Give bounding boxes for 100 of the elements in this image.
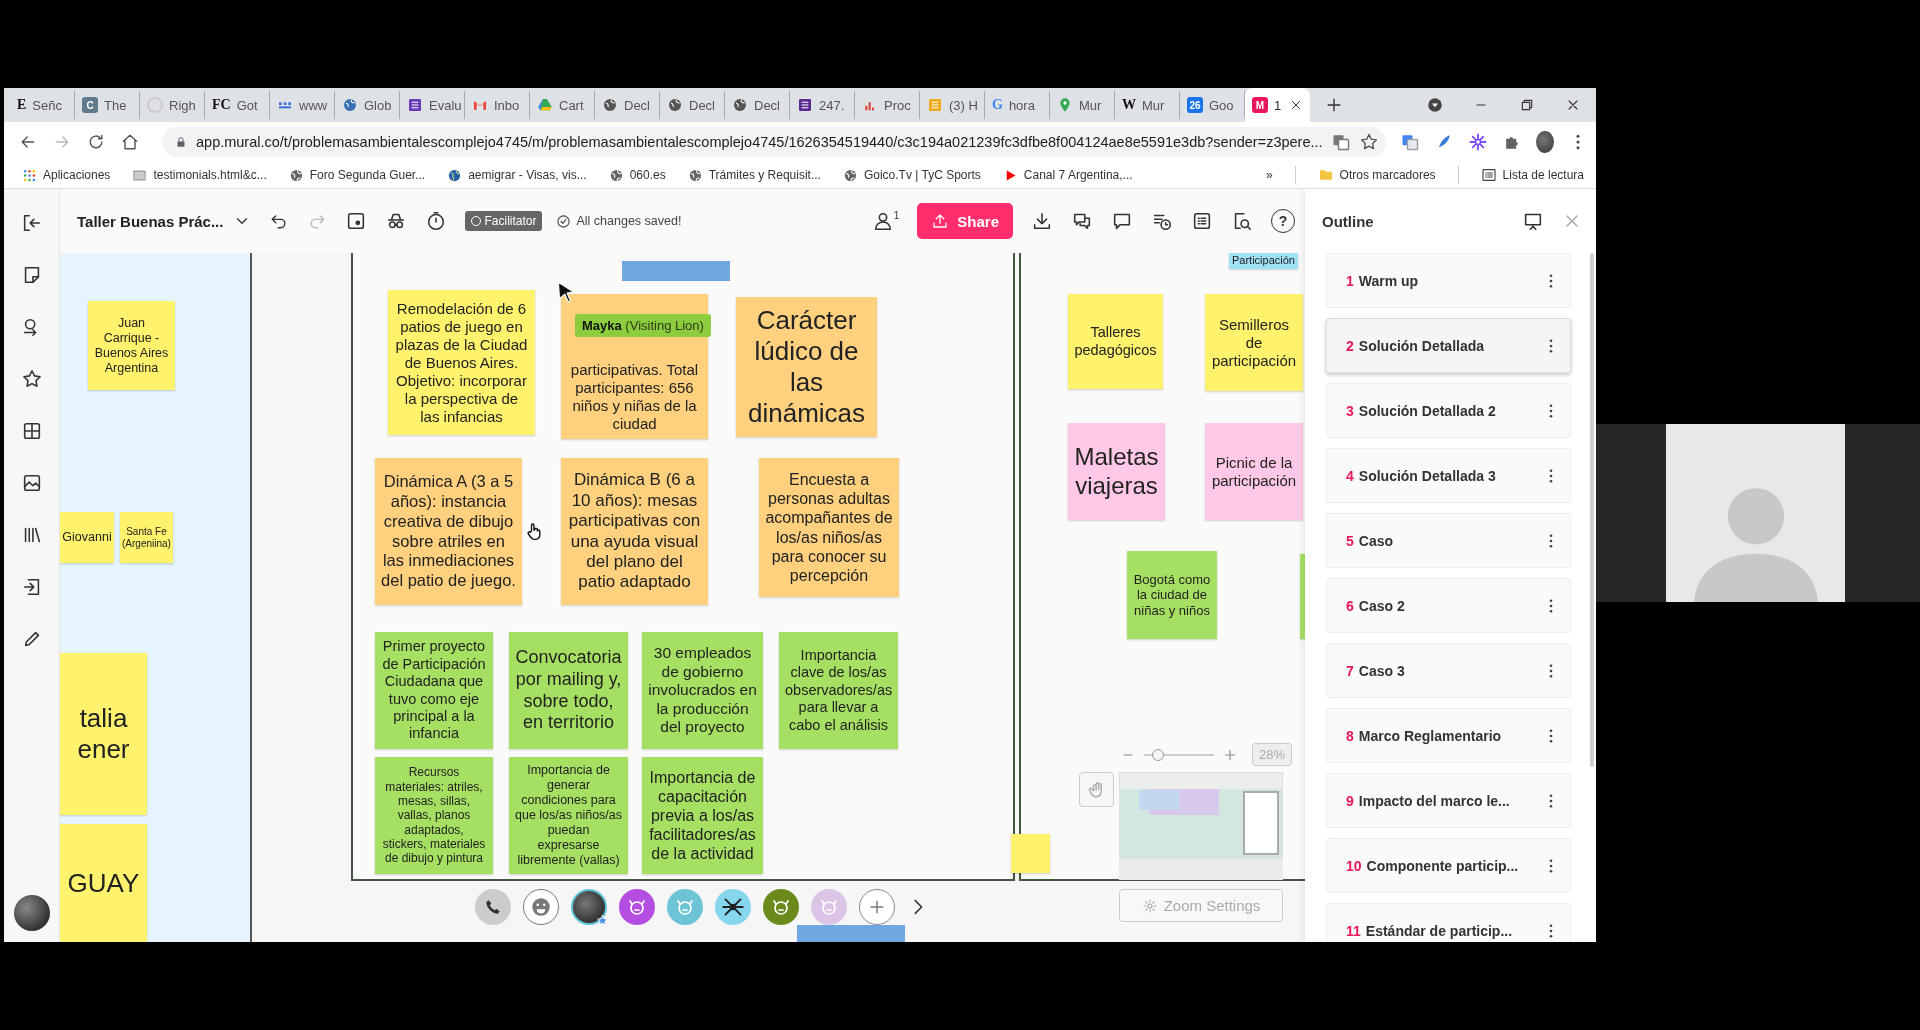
- globe-icon: [842, 167, 858, 183]
- bookmark-folder[interactable]: Otros marcadores: [1317, 167, 1436, 183]
- browser-tab[interactable]: (3) H: [920, 91, 985, 119]
- sticky-note[interactable]: Dinámica B (6 a 10 años): mesas participativas con una ayuda visual del plano del patio adaptado: [561, 458, 708, 605]
- browser-tab[interactable]: Decl: [725, 91, 790, 119]
- bookmark[interactable]: aemigrar - Visas, vis...: [447, 167, 587, 183]
- browser-tab[interactable]: C The: [75, 91, 140, 119]
- browser-tab[interactable]: Decl: [595, 91, 660, 119]
- sticky-note[interactable]: Semilleros de participación: [1205, 294, 1303, 391]
- facilitator-badge[interactable]: Facilitator: [465, 211, 543, 231]
- sticky-note[interactable]: talia ener: [60, 653, 147, 815]
- members-button[interactable]: 1: [871, 210, 900, 232]
- browser-tab[interactable]: Decl: [660, 91, 725, 119]
- browser-tab[interactable]: E Señc: [10, 91, 75, 119]
- favicon: C: [82, 97, 98, 113]
- browser-tab[interactable]: M 1: [1245, 88, 1310, 122]
- sticky-note[interactable]: Primer proyecto de Participación Ciudadana que tuvo como eje principal a la infancia: [375, 632, 493, 749]
- sticky-note[interactable]: Talleres pedagógicos: [1068, 294, 1163, 389]
- bookmark[interactable]: Goico.Tv | TyC Sports: [842, 167, 981, 183]
- sticky-note[interactable]: Importancia clave de los/as observadores/as para llevar a cabo el análisis: [779, 632, 898, 749]
- bookmark[interactable]: Aplicaciones: [22, 167, 111, 183]
- profile-menu-icon[interactable]: [1426, 96, 1444, 114]
- home-icon[interactable]: [120, 132, 140, 152]
- browser-tab[interactable]: W Mur: [1115, 91, 1180, 119]
- sticky-note[interactable]: Bogotá como la ciudad de niñas y niños: [1127, 551, 1217, 639]
- sticky-note[interactable]: Convocatoria por mailing y, sobre todo, en territorio: [509, 632, 628, 749]
- reading-list[interactable]: Lista de lectura: [1480, 167, 1584, 183]
- outline-item[interactable]: 10 Componente particip...: [1326, 838, 1571, 893]
- collaborator-avatar[interactable]: [715, 889, 751, 925]
- note-text: Importancia clave de los/as observadores/as para llevar a cabo el análisis: [785, 647, 892, 734]
- outline-item[interactable]: 8 Marco Reglamentario: [1326, 708, 1571, 763]
- browser-tab[interactable]: 247.: [790, 91, 855, 119]
- favicon: FC: [212, 97, 231, 113]
- outline-item[interactable]: 7 Caso 3: [1326, 643, 1571, 698]
- outline-icon[interactable]: [1191, 210, 1213, 232]
- panel-title: Outline: [1322, 212, 1375, 230]
- bookmark-star-icon[interactable]: [1358, 132, 1379, 152]
- sticky-note[interactable]: Recursos materiales: atriles, mesas, sillas, vallas, planos adaptados, stickers, materiales de dibujo y pintura: [375, 757, 493, 874]
- bookmark[interactable]: testimonials.html&c...: [132, 167, 267, 183]
- sticky-note[interactable]: Giovanni: [60, 512, 114, 563]
- sticky-note[interactable]: Santa Fe (Argeniina): [120, 512, 173, 563]
- sticky-note[interactable]: Importancia de capacitación previa a los/as facilitadores/as de la actividad: [642, 757, 763, 874]
- favicon: G: [992, 97, 1003, 113]
- sticky-note[interactable]: GUAY: [60, 824, 147, 942]
- sticky-note[interactable]: Importancia de generar condiciones para que los/as niños/as puedan expresarse libremente (vallas): [509, 757, 628, 874]
- sticky-note[interactable]: Carácter lúdico de las dinámicas: [736, 297, 877, 437]
- browser-tab[interactable]: Righ: [140, 91, 205, 119]
- call-button[interactable]: [475, 889, 511, 925]
- bookmark[interactable]: Trámites y Requisit...: [687, 167, 821, 183]
- download-icon[interactable]: [1031, 210, 1053, 232]
- note-text: participativas. Total participantes: 656 niños y niñas de la ciudad: [569, 361, 700, 433]
- address-bar[interactable]: app.mural.co/t/problemasambientalescomplejo4745/m/problemasambientalescomplejo4745/1626354519440/c3c194a021239fc3dfbe8f004124ae8e5591e3db?sender=z3pere...: [162, 127, 1386, 157]
- outline-item[interactable]: 4 Solución Detallada 3: [1326, 448, 1571, 503]
- outline-item[interactable]: 2 Solución Detallada: [1326, 318, 1571, 373]
- browser-tab[interactable]: Evalu: [400, 91, 465, 119]
- sticky-note[interactable]: Remodelación de 6 patios de juego en plazas de la Ciudad de Buenos Aires. Objetivo: incorporar la perspectiva de las infancias: [388, 290, 535, 435]
- bookmark[interactable]: 060.es: [608, 167, 666, 183]
- flower-icon[interactable]: [1468, 132, 1488, 152]
- sticky-note[interactable]: Juan Carrique - Buenos Aires Argentina: [88, 301, 175, 390]
- more-bookmarks[interactable]: »: [1265, 168, 1273, 182]
- sticky-note[interactable]: Dinámica A (3 a 5 años): instancia creativa de dibujo sobre atriles en las inmediaciones del patio de juego.: [375, 458, 522, 605]
- favicon: W: [1122, 97, 1136, 113]
- note-text: Semilleros de participación: [1211, 315, 1297, 370]
- outline-item[interactable]: 5 Caso: [1326, 513, 1571, 568]
- browser-tab[interactable]: Inbo: [465, 91, 530, 119]
- outline-item[interactable]: 11 Estándar de particip...: [1326, 903, 1571, 942]
- browser-tab[interactable]: Cart: [530, 91, 595, 119]
- close-icon[interactable]: [1289, 98, 1303, 112]
- sticky-note[interactable]: 30 empleados de gobierno involucrados en la producción del proyecto: [642, 632, 763, 749]
- outline-item[interactable]: 9 Impacto del marco le...: [1326, 773, 1571, 828]
- share-button[interactable]: Share: [917, 203, 1013, 239]
- browser-tab[interactable]: www: [270, 91, 335, 119]
- browser-tab[interactable]: FC Got: [205, 91, 270, 119]
- add-collaborator-button[interactable]: [859, 889, 895, 925]
- outline-item[interactable]: 3 Solución Detallada 2: [1326, 383, 1571, 438]
- collaborator-avatar[interactable]: [571, 889, 607, 925]
- translate-extension-icon[interactable]: [1400, 132, 1420, 152]
- browser-tab[interactable]: G hora: [985, 91, 1050, 119]
- bookmark[interactable]: Foro Segunda Guer...: [288, 167, 426, 183]
- sticky-note[interactable]: Picnic de la participación: [1205, 423, 1303, 520]
- user-avatar[interactable]: [13, 895, 50, 931]
- browser-tab[interactable]: Proc: [855, 91, 920, 119]
- restore-icon[interactable]: [1519, 97, 1535, 113]
- outline-item[interactable]: 6 Caso 2: [1326, 578, 1571, 633]
- browser-tab[interactable]: Mur: [1050, 91, 1115, 119]
- note-text: Juan Carrique - Buenos Aires Argentina: [94, 315, 169, 376]
- bookmark[interactable]: Canal 7 Argentina,...: [1002, 167, 1133, 183]
- star-icon[interactable]: [20, 368, 43, 390]
- sticky-note[interactable]: Encuesta a personas adultas acompañantes de los/as niños/as para conocer su percepción: [759, 458, 899, 597]
- reaction-button[interactable]: [523, 889, 559, 925]
- note-text: Recursos materiales: atriles, mesas, sillas, vallas, planos adaptados, stickers, materiales de dibujo y pintura: [381, 765, 487, 866]
- browser-tab[interactable]: Glob: [335, 91, 400, 119]
- sticky-note[interactable]: Participación: [1229, 253, 1298, 269]
- sticky-note[interactable]: Maletas viajeras: [1068, 423, 1165, 520]
- outline-item[interactable]: 1 Warm up: [1326, 253, 1571, 308]
- profile-avatar[interactable]: [1536, 131, 1554, 153]
- favicon: M: [1252, 97, 1268, 113]
- note-text: Picnic de la participación: [1211, 453, 1297, 490]
- scrollbar[interactable]: [1590, 253, 1594, 767]
- board-title[interactable]: Taller Buenas Prác...: [77, 212, 224, 230]
